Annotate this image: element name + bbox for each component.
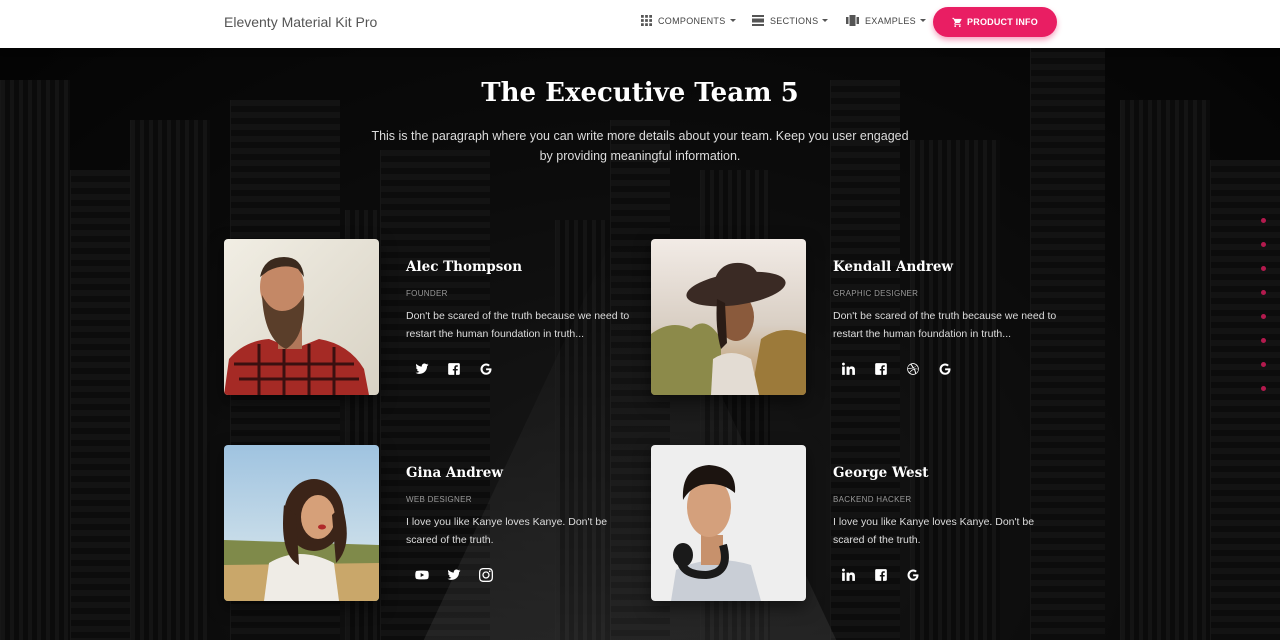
member-role: WEB DESIGNER (406, 495, 472, 504)
section-title: The Executive Team 5 (481, 78, 799, 108)
view-day-icon (752, 15, 764, 26)
nav-components[interactable]: COMPONENTS (641, 15, 736, 26)
linkedin-icon[interactable] (833, 563, 865, 587)
member-name: Gina Andrew (406, 465, 503, 481)
navbar: Eleventy Material Kit Pro COMPONENTS SEC… (0, 0, 1280, 48)
social-links (833, 563, 929, 587)
avatar (651, 239, 806, 395)
social-links (406, 357, 502, 381)
product-info-label: PRODUCT INFO (967, 17, 1038, 27)
facebook-icon[interactable] (865, 357, 897, 381)
apps-icon (641, 15, 652, 26)
nav-sections-label: SECTIONS (770, 15, 819, 26)
member-bio: I love you like Kanye loves Kanye. Don't… (833, 516, 1035, 546)
product-info-button[interactable]: PRODUCT INFO (933, 7, 1057, 37)
google-icon[interactable] (929, 357, 961, 381)
member-name: Alec Thompson (406, 259, 523, 275)
member-bio: I love you like Kanye loves Kanye. Don't… (406, 516, 608, 546)
google-icon[interactable] (897, 563, 929, 587)
section-dot[interactable] (1261, 314, 1266, 319)
section-dot[interactable] (1261, 242, 1266, 247)
team-card: Kendall Andrew GRAPHIC DESIGNER Don't be… (651, 239, 1081, 399)
chevron-down-icon (729, 19, 736, 22)
avatar (224, 445, 379, 601)
team-card: Gina Andrew WEB DESIGNER I love you like… (224, 445, 654, 605)
member-bio: Don't be scared of the truth because we … (833, 310, 1057, 340)
social-links (833, 357, 961, 381)
nav-components-label: COMPONENTS (658, 15, 726, 26)
avatar (224, 239, 379, 395)
section-dot[interactable] (1261, 218, 1266, 223)
twitter-icon[interactable] (438, 563, 470, 587)
section-description: This is the paragraph where you can writ… (371, 129, 909, 163)
view-carousel-icon (846, 15, 859, 26)
section-dot[interactable] (1261, 338, 1266, 343)
member-role: FOUNDER (406, 289, 448, 298)
team-card: George West BACKEND HACKER I love you li… (651, 445, 1081, 605)
member-bio: Don't be scared of the truth because we … (406, 310, 630, 340)
section-dot[interactable] (1261, 266, 1266, 271)
facebook-icon[interactable] (865, 563, 897, 587)
nav-sections[interactable]: SECTIONS (752, 15, 829, 26)
chevron-down-icon (822, 19, 829, 22)
shopping-cart-icon (952, 17, 962, 27)
avatar (651, 445, 806, 601)
brand-link[interactable]: Eleventy Material Kit Pro (224, 14, 377, 30)
team-card: Alec Thompson FOUNDER Don't be scared of… (224, 239, 654, 399)
section-nav-dots (1261, 218, 1266, 410)
member-role: GRAPHIC DESIGNER (833, 289, 919, 298)
nav-examples-label: EXAMPLES (865, 15, 916, 26)
youtube-icon[interactable] (406, 563, 438, 587)
instagram-icon[interactable] (470, 563, 502, 587)
member-name: George West (833, 465, 929, 481)
member-name: Kendall Andrew (833, 259, 954, 275)
chevron-down-icon (919, 19, 926, 22)
linkedin-icon[interactable] (833, 357, 865, 381)
member-role: BACKEND HACKER (833, 495, 912, 504)
social-links (406, 563, 502, 587)
facebook-icon[interactable] (438, 357, 470, 381)
nav-examples[interactable]: EXAMPLES (846, 15, 926, 26)
section-dot[interactable] (1261, 386, 1266, 391)
section-dot[interactable] (1261, 290, 1266, 295)
twitter-icon[interactable] (406, 357, 438, 381)
dribbble-icon[interactable] (897, 357, 929, 381)
google-icon[interactable] (470, 357, 502, 381)
section-dot[interactable] (1261, 362, 1266, 367)
